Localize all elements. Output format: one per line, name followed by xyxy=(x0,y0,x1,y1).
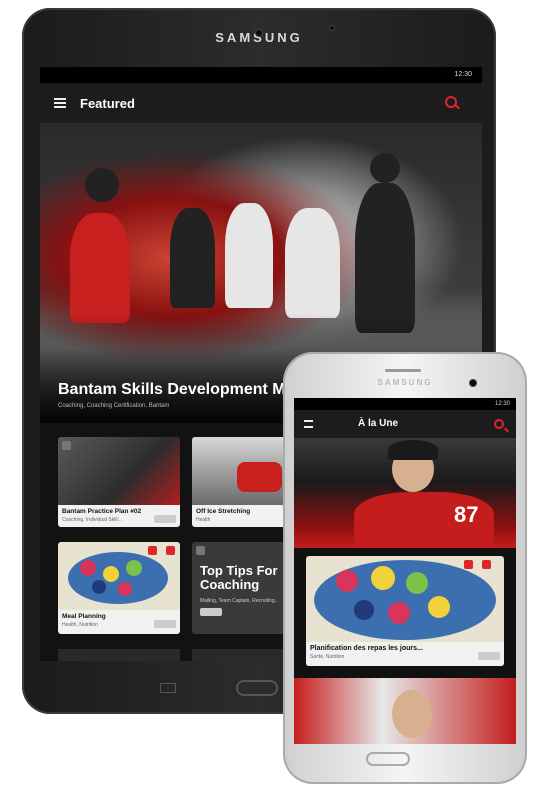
fruit-blueberry xyxy=(92,580,106,594)
hero-coach-head xyxy=(370,153,400,183)
phone-hero-card[interactable]: 87 xyxy=(294,438,516,548)
card-footer: Planification des repas les jours... San… xyxy=(306,642,504,666)
phone-status-bar: 12:30 xyxy=(294,398,516,410)
phone-home-button[interactable] xyxy=(366,752,410,766)
hero-subtitle: Coaching, Coaching Certification, Bantam xyxy=(58,403,170,409)
bookmark-icon xyxy=(464,560,473,569)
search-icon[interactable] xyxy=(445,96,457,108)
menu-icon[interactable] xyxy=(304,420,313,428)
tablet-home-button[interactable] xyxy=(236,680,278,696)
article-icon xyxy=(196,546,205,555)
tablet-sensor xyxy=(330,26,334,30)
favorite-icon xyxy=(166,546,175,555)
status-time: 12:30 xyxy=(454,71,472,78)
stretching-figure xyxy=(237,462,282,492)
card-title: Bantam Practice Plan #02 xyxy=(62,508,142,515)
hero-player-white xyxy=(225,203,273,308)
fruit-grape xyxy=(406,572,428,594)
phone-screen: 12:30 À la Une 87 Planification des repa… xyxy=(294,398,516,744)
card-action-button[interactable] xyxy=(154,620,176,628)
bookmark-icon xyxy=(148,546,157,555)
person-face xyxy=(392,690,432,738)
phone-card-meal[interactable]: Planification des repas les jours... San… xyxy=(306,556,504,666)
hero-player-helmet xyxy=(85,168,119,202)
card-action-button[interactable] xyxy=(200,608,222,616)
hero-player-white-2 xyxy=(285,208,340,318)
fruit-pineapple xyxy=(103,566,119,582)
status-time: 12:30 xyxy=(494,401,510,407)
recent-apps-key[interactable] xyxy=(160,683,176,693)
card-subtitle: Health xyxy=(196,517,211,523)
favorite-icon xyxy=(482,560,491,569)
menu-icon[interactable] xyxy=(54,98,66,108)
card-subtitle: Health, Nutrition xyxy=(62,622,98,628)
fruit-pineapple-2 xyxy=(428,596,450,618)
fruit-raspberry-2 xyxy=(118,582,132,596)
phone-speaker xyxy=(385,369,421,372)
page-title: À la Une xyxy=(358,418,399,429)
card-title: Planification des repas les jours... xyxy=(310,645,423,652)
tablet-camera xyxy=(256,30,262,36)
card-title: Meal Planning xyxy=(62,613,106,620)
fruit-grape xyxy=(126,560,142,576)
fruit-bowl xyxy=(68,552,168,604)
page-title: Featured xyxy=(80,96,135,111)
jersey-number: 87 xyxy=(454,502,479,527)
fruit-pineapple xyxy=(371,566,395,590)
tablet-status-bar: 12:30 xyxy=(40,67,482,83)
phone-camera xyxy=(470,380,476,386)
card-title: Off Ice Stretching xyxy=(196,508,251,515)
hero-player-dark xyxy=(170,208,215,308)
tablet-app-bar: Featured xyxy=(40,83,482,123)
search-icon[interactable] xyxy=(494,419,504,429)
fruit-raspberry xyxy=(80,560,96,576)
fruit-raspberry-2 xyxy=(388,602,410,624)
card-footer: Bantam Practice Plan #02 Coaching, Indiv… xyxy=(58,505,180,527)
phone-brand-logo: SAMSUNG xyxy=(377,378,433,387)
card-action-button[interactable] xyxy=(478,652,500,660)
card-action-button[interactable] xyxy=(154,515,176,523)
video-icon xyxy=(62,441,71,450)
card-footer: Meal Planning Health, Nutrition xyxy=(58,610,180,634)
hero-coach xyxy=(355,183,415,333)
fruit-raspberry xyxy=(336,570,358,592)
card-meal-planning[interactable]: Meal Planning Health, Nutrition xyxy=(58,542,180,634)
fruit-blueberry xyxy=(354,600,374,620)
hero-player-red xyxy=(70,213,130,323)
card-subtitle: Coaching, Individual Skill... xyxy=(62,517,122,523)
card-practice-plan[interactable]: Bantam Practice Plan #02 Coaching, Indiv… xyxy=(58,437,180,527)
card-image xyxy=(58,437,180,505)
card-subtitle: Santé, Nutrition xyxy=(310,654,345,660)
phone-card-partial[interactable] xyxy=(294,678,516,744)
phone-app-bar: À la Une xyxy=(294,410,516,438)
player-hair xyxy=(388,440,438,460)
card-partial xyxy=(58,649,180,661)
